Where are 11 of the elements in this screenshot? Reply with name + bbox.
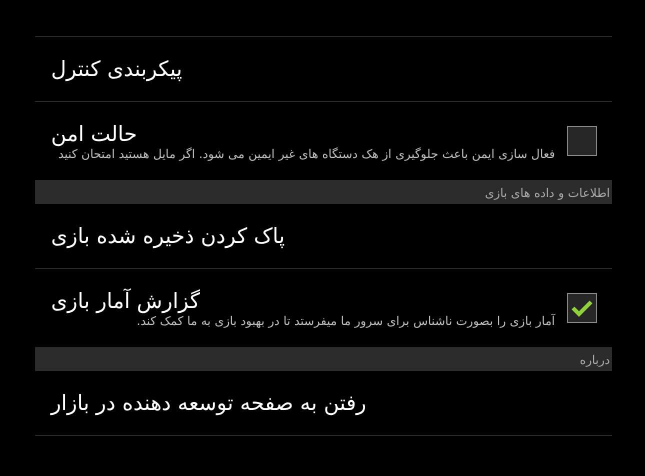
- checkbox[interactable]: [567, 293, 597, 323]
- section-header: اطلاعات و داده های بازی: [484, 186, 610, 198]
- preference-summary: فعال سازی ایمن باعث جلوگیری از هک دستگاه های غیر ایمین می شود. اگر مایل هستید امتحان کنید: [57, 147, 555, 162]
- preference-title: حالت امن: [51, 120, 138, 148]
- preference-summary: آمار بازی را بصورت ناشناس برای سرور ما میفرستد تا در بهبود بازی به ما کمک کند.: [136, 314, 555, 328]
- checkbox[interactable]: [567, 126, 597, 156]
- preference-item[interactable]: پیکربندی کنترل: [51, 58, 182, 80]
- preference-item[interactable]: پاک کردن ذخیره شده بازی: [51, 226, 285, 246]
- section-header: درباره: [580, 354, 610, 366]
- preference-item[interactable]: رفتن به صفحه توسعه دهنده در بازار: [51, 392, 366, 414]
- preference-title: گزارش آمار بازی: [51, 288, 200, 314]
